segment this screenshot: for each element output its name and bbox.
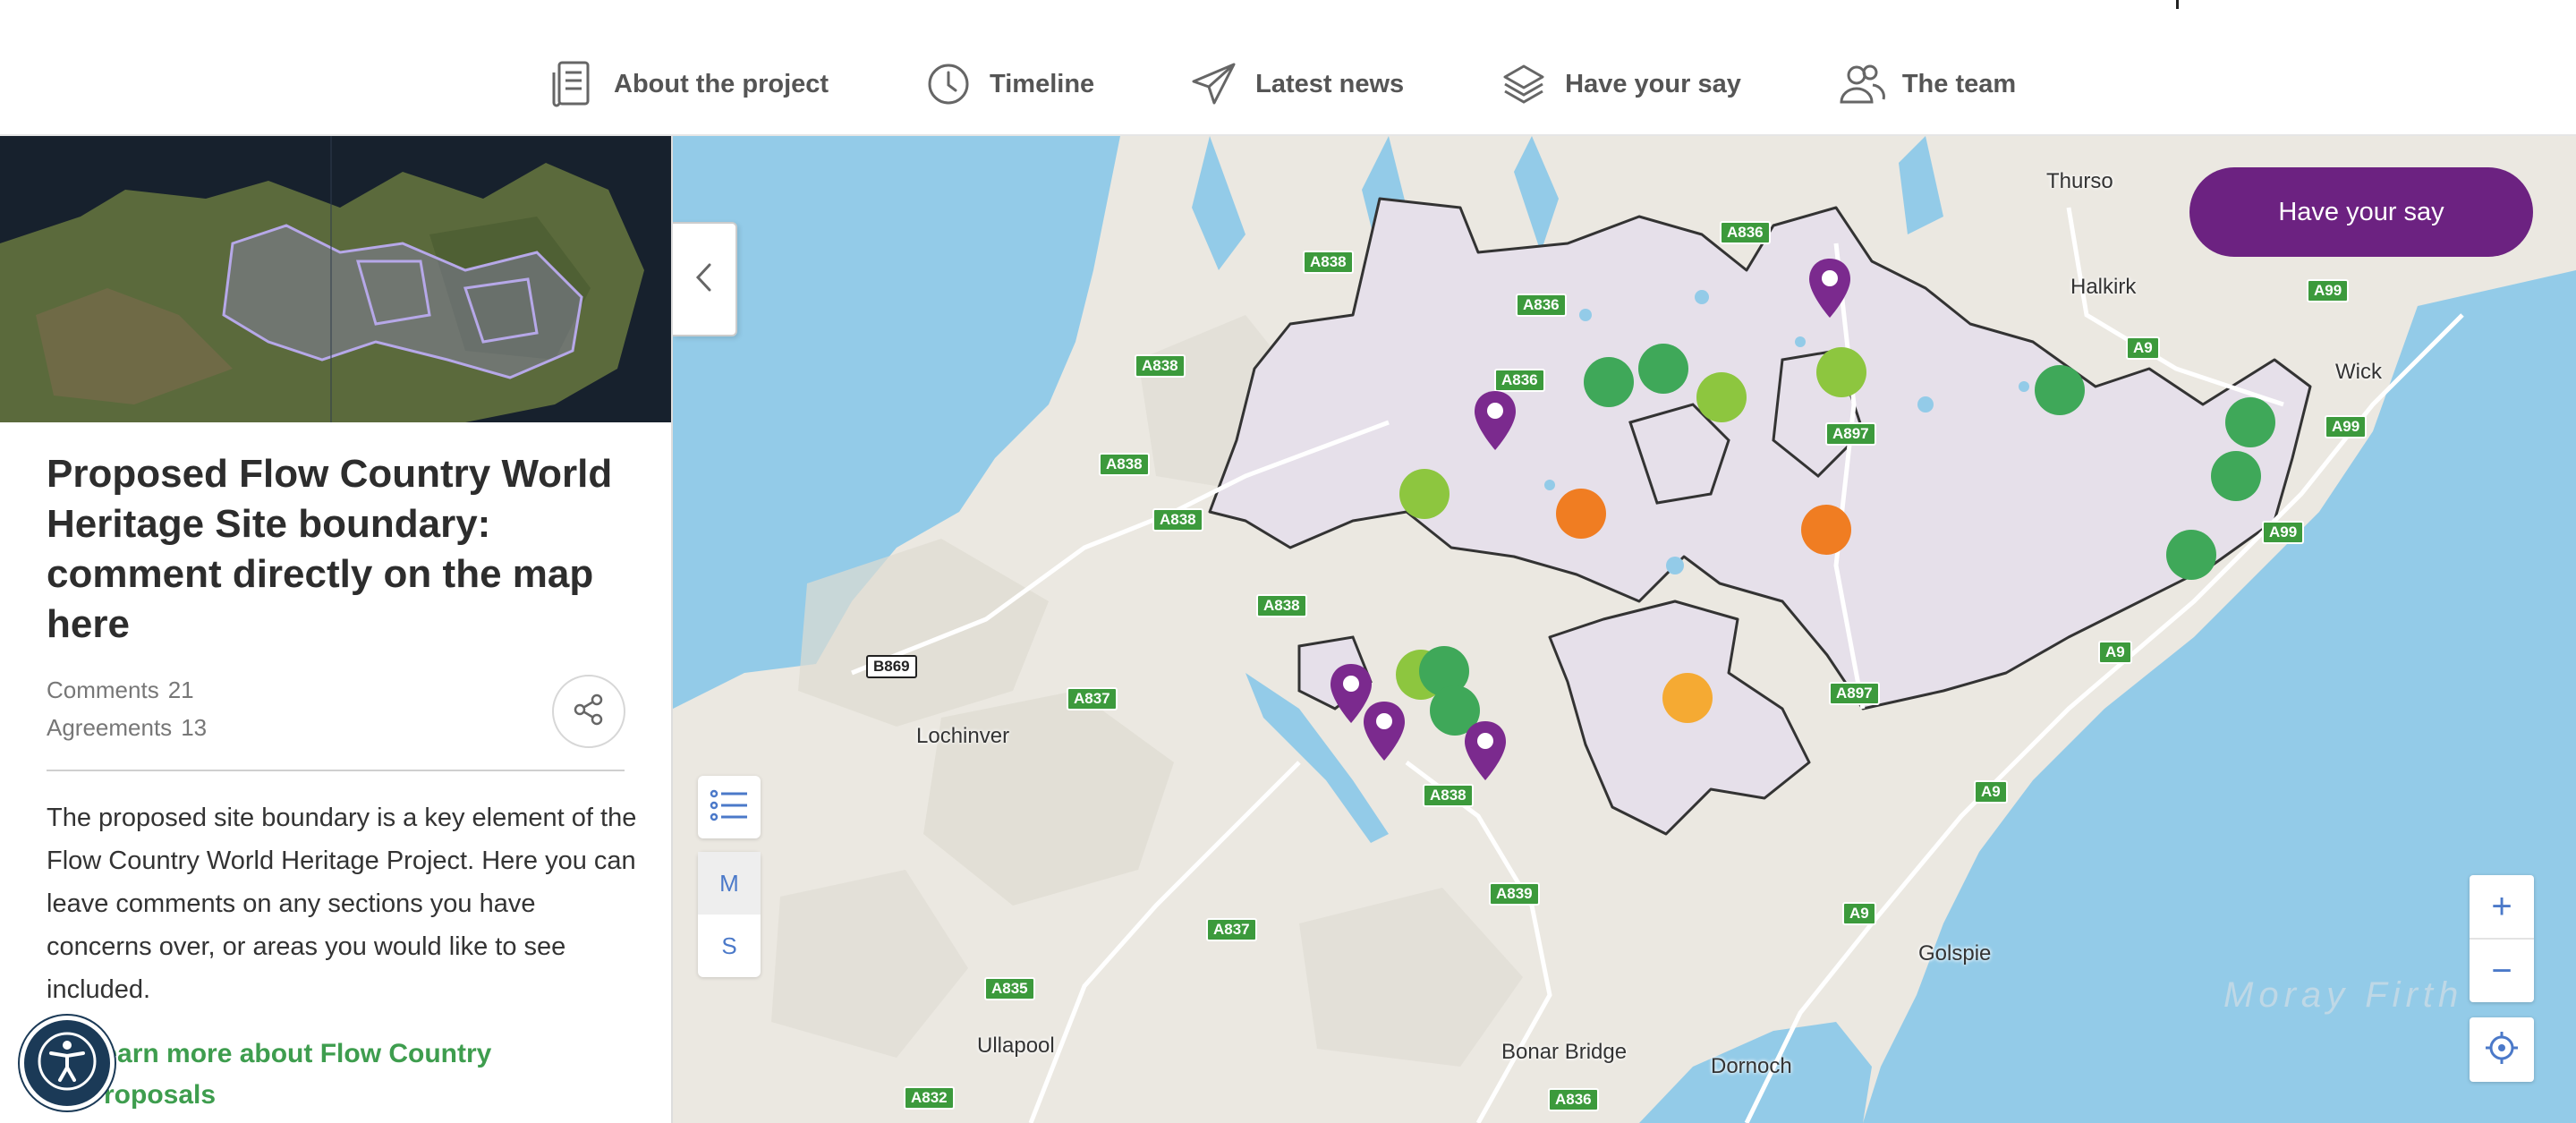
road-label: A838 <box>1256 594 1307 617</box>
road-label: A835 <box>984 977 1035 1000</box>
road-label: A897 <box>1825 422 1876 446</box>
sea-label: Moray Firth <box>2223 975 2464 1015</box>
map-pin-icon[interactable] <box>1807 257 1853 319</box>
comment-marker[interactable] <box>1662 673 1713 723</box>
place-label: Lochinver <box>916 724 1010 748</box>
road-label: A837 <box>1067 687 1118 710</box>
layers-icon <box>1499 59 1549 109</box>
place-label: Golspie <box>1918 941 1992 966</box>
road-label: A9 <box>2126 336 2160 360</box>
place-label: Thurso <box>2046 169 2113 193</box>
road-label: A838 <box>1423 784 1474 807</box>
map-pin-icon[interactable] <box>1472 389 1518 452</box>
road-label: B869 <box>866 655 917 678</box>
divider <box>47 770 625 771</box>
share-icon <box>571 692 607 732</box>
map-type-toggle: M S <box>698 852 761 977</box>
comment-marker[interactable] <box>1801 505 1851 555</box>
nav-label: The team <box>1901 69 2017 98</box>
top-navigation-bar: About the project Timeline Latest news H… <box>0 0 2576 136</box>
description: The proposed site boundary is a key elem… <box>47 804 637 1004</box>
satellite-mode-button[interactable]: S <box>698 915 761 977</box>
road-label: A9 <box>1842 902 1876 925</box>
satellite-thumbnail <box>0 136 671 422</box>
learn-more-link[interactable]: Learn more about Flow Country Proposals <box>86 1034 551 1116</box>
road-label: A838 <box>1135 354 1186 378</box>
nav-label: Latest news <box>1255 69 1405 98</box>
map-view[interactable]: Thurso Halkirk Wick Lochinver Golspie Ul… <box>673 136 2576 1123</box>
nav-item-timeline[interactable]: Timeline <box>923 57 1094 111</box>
comments-stat: Comments 21 <box>47 676 194 704</box>
page-title: Proposed Flow Country World Heritage Sit… <box>47 452 613 646</box>
info-panel: Proposed Flow Country World Heritage Sit… <box>0 136 673 1123</box>
map-mode-button[interactable]: M <box>698 852 761 915</box>
nav-item-have-your-say[interactable]: Have your say <box>1499 57 1741 111</box>
comment-marker[interactable] <box>1556 489 1606 539</box>
divider <box>2176 0 2179 9</box>
comment-marker[interactable] <box>2166 530 2216 580</box>
comment-marker[interactable] <box>1696 372 1747 422</box>
crosshair-icon <box>2484 1030 2520 1070</box>
comment-marker[interactable] <box>2035 365 2085 415</box>
zoom-controls: + − <box>2470 875 2534 1002</box>
road-label: A836 <box>1720 221 1771 244</box>
road-label: A9 <box>1974 780 2008 804</box>
paper-plane-icon <box>1189 59 1239 109</box>
road-label: A836 <box>1548 1088 1599 1111</box>
zoom-in-button[interactable]: + <box>2470 875 2534 938</box>
comments-label: Comments <box>47 676 159 703</box>
road-label: A99 <box>2262 521 2305 544</box>
nav-item-about[interactable]: About the project <box>548 57 829 111</box>
document-icon <box>548 59 598 109</box>
road-label: A838 <box>1152 508 1203 532</box>
agreements-count: 13 <box>181 714 208 741</box>
accessibility-icon <box>36 1030 98 1097</box>
share-button[interactable] <box>552 675 625 748</box>
place-label: Wick <box>2335 360 2382 384</box>
road-label: A99 <box>2307 279 2350 302</box>
place-label: Halkirk <box>2070 275 2137 299</box>
road-label: A839 <box>1489 882 1540 906</box>
agreements-stat: Agreements 13 <box>47 714 207 742</box>
nav-label: About the project <box>614 69 829 98</box>
comment-marker[interactable] <box>1638 344 1688 394</box>
map-pin-icon[interactable] <box>1361 700 1407 762</box>
comment-marker[interactable] <box>2211 451 2261 501</box>
collapse-panel-button[interactable] <box>673 222 737 336</box>
locate-button[interactable] <box>2470 1017 2534 1082</box>
have-your-say-button[interactable]: Have your say <box>2189 167 2533 257</box>
road-label: A836 <box>1516 294 1567 317</box>
comments-count: 21 <box>167 676 194 703</box>
place-label: Dornoch <box>1711 1054 1792 1078</box>
place-label: Ullapool <box>977 1034 1055 1058</box>
map-pin-icon[interactable] <box>1462 719 1509 782</box>
road-label: A9 <box>2098 641 2132 664</box>
road-label: A832 <box>904 1086 955 1110</box>
accessibility-button[interactable] <box>20 1016 115 1110</box>
people-icon <box>1836 59 1886 109</box>
nav-label: Have your say <box>1565 69 1741 98</box>
road-label: A838 <box>1303 251 1354 274</box>
nav-label: Timeline <box>990 69 1095 98</box>
road-label: A99 <box>2325 415 2368 438</box>
comment-marker[interactable] <box>2225 397 2275 447</box>
comment-marker[interactable] <box>1584 357 1634 407</box>
agreements-label: Agreements <box>47 714 173 741</box>
main-nav: About the project Timeline Latest news H… <box>548 57 2111 111</box>
road-label: A837 <box>1206 918 1257 941</box>
comment-marker[interactable] <box>1399 469 1450 519</box>
place-label: Bonar Bridge <box>1501 1040 1628 1064</box>
list-icon <box>710 788 749 827</box>
clock-icon <box>923 59 973 109</box>
road-label: A838 <box>1099 453 1150 476</box>
road-label: A897 <box>1829 682 1880 705</box>
nav-item-latest-news[interactable]: Latest news <box>1189 57 1404 111</box>
chevron-left-icon <box>694 262 714 297</box>
comment-marker[interactable] <box>1816 347 1866 397</box>
zoom-out-button[interactable]: − <box>2470 938 2534 1002</box>
nav-item-the-team[interactable]: The team <box>1836 57 2016 111</box>
legend-button[interactable] <box>698 776 761 838</box>
